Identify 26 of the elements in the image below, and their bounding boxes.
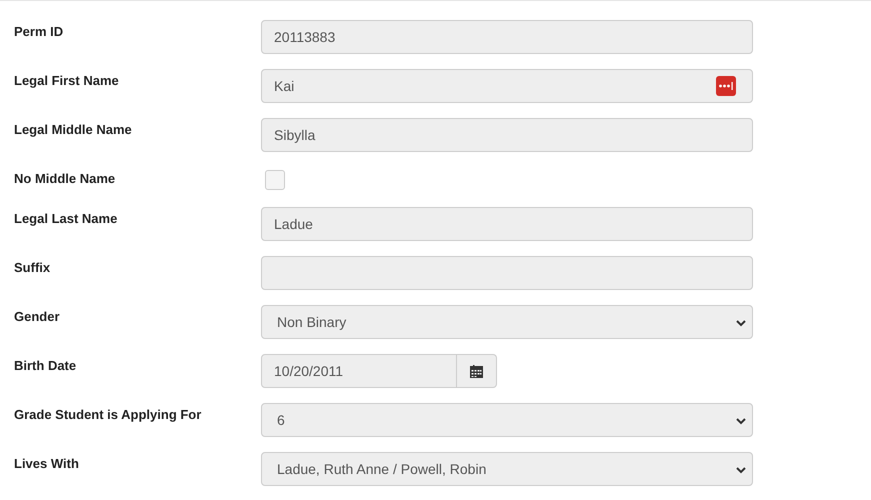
text-field[interactable]: Sibylla	[261, 118, 753, 152]
field-label: Birth Date	[14, 357, 78, 375]
chevron-down-icon	[736, 320, 746, 327]
field-label: Lives With	[14, 455, 80, 473]
select-field[interactable]: Non Binary	[261, 305, 753, 339]
field-label: Grade Student is Applying For	[14, 406, 202, 424]
field-label: Legal Last Name	[14, 210, 118, 228]
chevron-down-icon	[736, 467, 746, 474]
field-label: Perm ID	[14, 23, 64, 41]
field-label: Legal First Name	[14, 72, 120, 90]
field-label: Suffix	[14, 259, 52, 277]
dots-icon[interactable]	[716, 76, 736, 96]
calendar-button[interactable]	[457, 354, 497, 388]
field-label: No Middle Name	[14, 170, 116, 188]
calendar-icon	[470, 364, 483, 378]
select-field[interactable]: Ladue, Ruth Anne / Powell, Robin	[261, 452, 753, 486]
text-field[interactable]	[261, 256, 753, 290]
date-field[interactable]: 10/20/2011	[261, 354, 457, 388]
checkbox[interactable]	[265, 170, 285, 190]
field-label: Legal Middle Name	[14, 121, 133, 139]
field-label: Gender	[14, 308, 61, 326]
text-field[interactable]: Kai	[261, 69, 753, 103]
text-field[interactable]: Ladue	[261, 207, 753, 241]
select-field[interactable]: 6	[261, 403, 753, 437]
chevron-down-icon	[736, 418, 746, 425]
text-field[interactable]: 20113883	[261, 20, 753, 54]
